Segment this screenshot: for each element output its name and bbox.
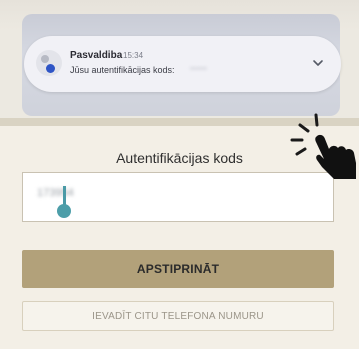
notification-time: 15:34 (123, 51, 144, 60)
notification-area: Pasvaldiba 15:34 Jūsu autentifikācijas k… (0, 0, 359, 118)
text-selection-handle[interactable] (57, 204, 71, 218)
tap-hand-icon (290, 113, 356, 179)
confirm-button[interactable]: APSTIPRINĀT (22, 250, 334, 288)
messages-app-icon (36, 50, 62, 76)
text-caret (63, 186, 66, 206)
chevron-down-icon[interactable] (311, 56, 325, 70)
sms-notification-card[interactable]: Pasvaldiba 15:34 Jūsu autentifikācijas k… (24, 36, 341, 92)
avatar-dot (41, 55, 49, 63)
notification-code-blurred: •••••• (190, 64, 207, 73)
avatar-badge (46, 64, 55, 73)
notification-message: Jūsu autentifikācijas kods: (70, 65, 175, 75)
auth-code-value: 173954 (37, 187, 74, 199)
notification-sender: Pasvaldiba (70, 50, 123, 61)
enter-other-phone-button[interactable]: IEVADĪT CITU TELEFONA NUMURU (22, 301, 334, 331)
